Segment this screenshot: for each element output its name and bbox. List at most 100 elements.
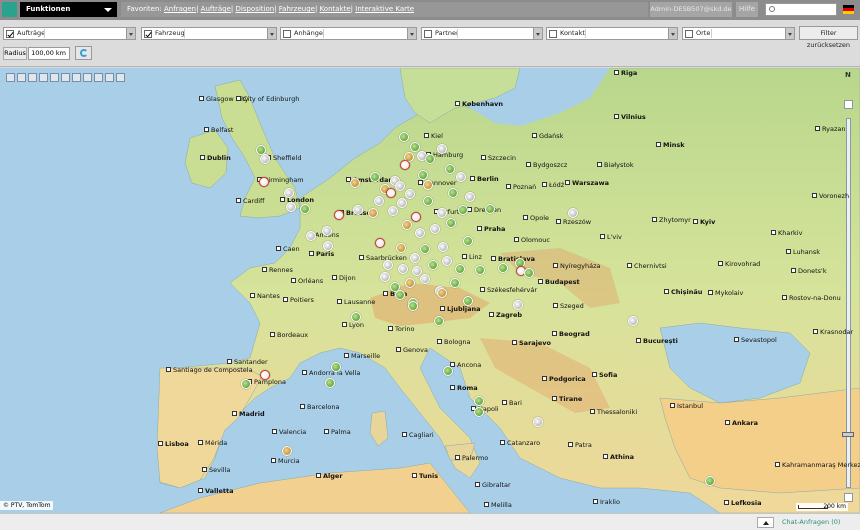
location-marker-icon[interactable] — [408, 301, 418, 311]
checkbox-fahrzeuge[interactable] — [144, 30, 152, 38]
checkbox-auftraege[interactable] — [6, 30, 14, 38]
filter-input-partner[interactable] — [457, 29, 533, 38]
location-marker-icon[interactable] — [437, 144, 447, 154]
location-marker-icon[interactable] — [286, 202, 296, 212]
location-marker-icon[interactable] — [420, 244, 430, 254]
location-marker-icon[interactable] — [498, 263, 508, 273]
radius-input[interactable]: 100,00 km — [28, 47, 70, 60]
chat-requests-label[interactable]: Chat-Anfragen (0) — [782, 518, 840, 526]
back-icon[interactable] — [94, 73, 103, 82]
refresh-button[interactable] — [75, 46, 92, 60]
location-marker-icon[interactable] — [705, 476, 715, 486]
location-marker-icon[interactable] — [446, 218, 456, 228]
location-marker-icon[interactable] — [423, 196, 433, 206]
location-marker-icon[interactable] — [370, 172, 380, 182]
location-marker-icon[interactable] — [323, 241, 333, 251]
favorite-link-kontakte[interactable]: Kontakte — [320, 5, 351, 13]
location-marker-icon[interactable] — [524, 268, 534, 278]
chevron-down-icon[interactable] — [533, 28, 542, 39]
favorite-link-auftraege[interactable]: Aufträge — [201, 5, 231, 13]
location-marker-icon[interactable] — [455, 264, 465, 274]
location-marker-icon[interactable] — [442, 256, 452, 266]
location-marker-icon[interactable] — [418, 170, 428, 180]
location-marker-icon[interactable] — [374, 196, 384, 206]
location-marker-icon[interactable] — [325, 378, 335, 388]
checkbox-anhaenger[interactable] — [283, 30, 291, 38]
location-marker-icon[interactable] — [430, 224, 440, 234]
location-marker-icon[interactable] — [334, 210, 344, 220]
location-marker-icon[interactable] — [300, 204, 310, 214]
measure-icon[interactable] — [28, 73, 37, 82]
location-marker-icon[interactable] — [438, 242, 448, 252]
chevron-down-icon[interactable] — [785, 28, 794, 39]
location-marker-icon[interactable] — [474, 407, 484, 417]
app-logo[interactable] — [2, 2, 17, 17]
location-marker-icon[interactable] — [388, 206, 398, 216]
location-marker-icon[interactable] — [423, 180, 433, 190]
location-marker-icon[interactable] — [475, 265, 485, 275]
favorite-link-disposition[interactable]: Disposition — [235, 5, 274, 13]
layers-icon[interactable] — [39, 73, 48, 82]
location-marker-icon[interactable] — [410, 142, 420, 152]
location-marker-icon[interactable] — [383, 260, 393, 270]
location-marker-icon[interactable] — [415, 228, 425, 238]
reset-filter-button[interactable]: Filter zurücksetzen — [799, 26, 858, 49]
german-flag-icon[interactable] — [843, 5, 854, 14]
zoom-out-button[interactable] — [844, 493, 853, 502]
location-marker-icon[interactable] — [533, 417, 543, 427]
chevron-down-icon[interactable] — [407, 28, 416, 39]
location-marker-icon[interactable] — [450, 278, 460, 288]
location-marker-icon[interactable] — [260, 370, 270, 380]
location-marker-icon[interactable] — [351, 312, 361, 322]
map-view[interactable]: N 200 km © PTV, TomTom Riga Glasgow City C… — [0, 68, 860, 513]
zoom-slider-handle[interactable] — [842, 432, 854, 437]
location-marker-icon[interactable] — [456, 172, 466, 182]
location-marker-icon[interactable] — [368, 208, 378, 218]
location-marker-icon[interactable] — [402, 220, 412, 230]
location-marker-icon[interactable] — [448, 188, 458, 198]
location-marker-icon[interactable] — [386, 188, 396, 198]
location-marker-icon[interactable] — [322, 226, 332, 236]
location-marker-icon[interactable] — [405, 278, 415, 288]
location-marker-icon[interactable] — [420, 274, 430, 284]
location-marker-icon[interactable] — [400, 160, 410, 170]
filter-input-orte[interactable] — [711, 29, 785, 38]
location-marker-icon[interactable] — [465, 192, 475, 202]
location-marker-icon[interactable] — [397, 198, 407, 208]
location-marker-icon[interactable] — [568, 208, 578, 218]
location-marker-icon[interactable] — [282, 446, 292, 456]
fullscreen-icon[interactable] — [83, 73, 92, 82]
location-marker-icon[interactable] — [398, 264, 408, 274]
filter-input-kontakte[interactable] — [585, 29, 668, 38]
functions-menu[interactable]: Funktionen — [20, 2, 117, 17]
location-marker-icon[interactable] — [284, 188, 294, 198]
location-marker-icon[interactable] — [260, 154, 270, 164]
location-marker-icon[interactable] — [399, 132, 409, 142]
checkbox-orte[interactable] — [685, 30, 693, 38]
forward-icon[interactable] — [105, 73, 114, 82]
location-marker-icon[interactable] — [396, 243, 406, 253]
location-marker-icon[interactable] — [434, 316, 444, 326]
location-marker-icon[interactable] — [443, 366, 453, 376]
pan-icon[interactable] — [6, 73, 15, 82]
chevron-down-icon[interactable] — [126, 28, 135, 39]
location-marker-icon[interactable] — [241, 379, 251, 389]
location-marker-icon[interactable] — [331, 362, 341, 372]
checkbox-kontakte[interactable] — [549, 30, 557, 38]
location-marker-icon[interactable] — [474, 396, 484, 406]
favorite-link-interaktive-karte[interactable]: Interaktive Karte — [355, 5, 414, 13]
location-marker-icon[interactable] — [463, 236, 473, 246]
grid-icon[interactable] — [72, 73, 81, 82]
location-marker-icon[interactable] — [463, 296, 473, 306]
location-marker-icon[interactable] — [395, 290, 405, 300]
location-marker-icon[interactable] — [375, 238, 385, 248]
location-marker-icon[interactable] — [405, 189, 415, 199]
location-marker-icon[interactable] — [428, 260, 438, 270]
location-marker-icon[interactable] — [628, 316, 638, 326]
globe-icon[interactable] — [61, 73, 70, 82]
location-marker-icon[interactable] — [350, 178, 360, 188]
location-marker-icon[interactable] — [425, 154, 435, 164]
location-marker-icon[interactable] — [445, 164, 455, 174]
checkbox-partner[interactable] — [424, 30, 432, 38]
location-marker-icon[interactable] — [395, 181, 405, 191]
